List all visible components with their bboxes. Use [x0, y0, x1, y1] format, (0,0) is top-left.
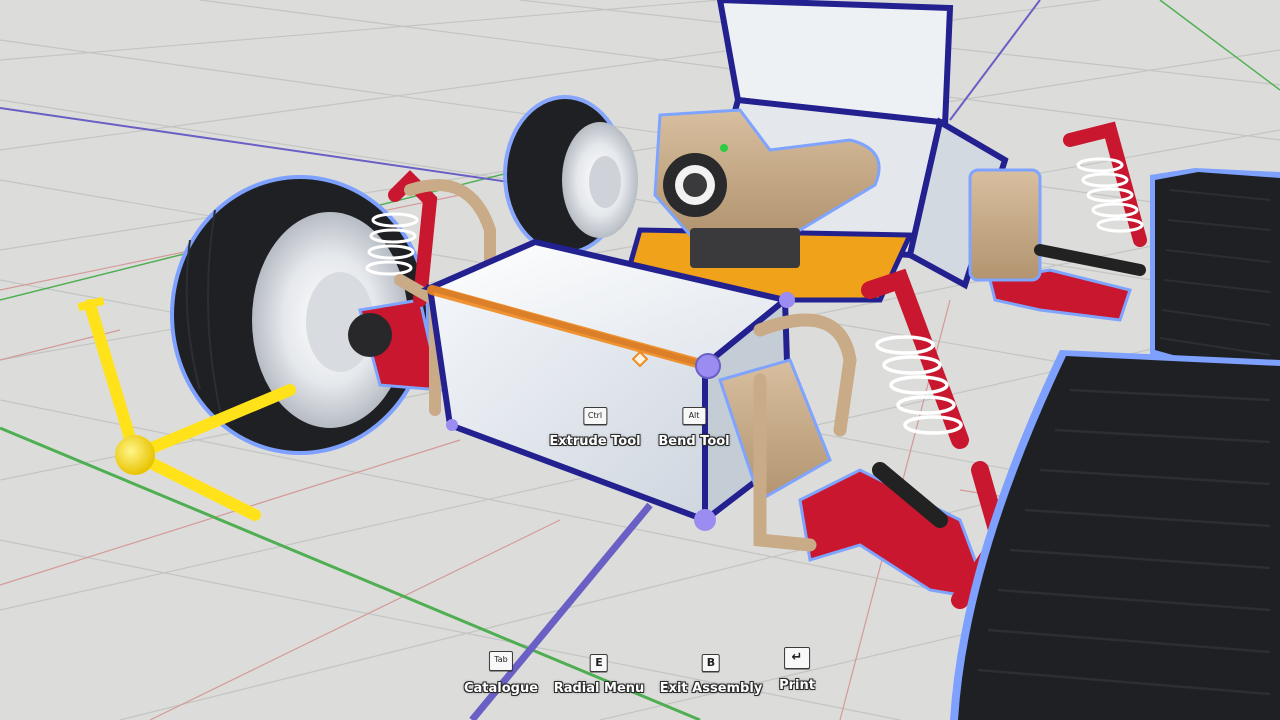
print-label: Print	[779, 678, 815, 693]
bend-tool-hint: Alt Bend Tool	[658, 407, 730, 449]
b-key-icon: B	[701, 654, 720, 672]
catalogue-label: Catalogue	[463, 681, 539, 696]
e-key-icon: E	[590, 654, 608, 672]
3d-viewport[interactable]: Ctrl Extrude Tool Alt Bend Tool Tab Cata…	[0, 0, 1280, 720]
alt-key-icon: Alt	[682, 407, 706, 425]
extrude-tool-hint: Ctrl Extrude Tool	[549, 407, 641, 449]
assembly-scene[interactable]	[0, 0, 1280, 720]
enter-key-icon: ↵	[784, 647, 810, 669]
radial-menu-hint[interactable]: E Radial Menu	[553, 654, 645, 696]
extrude-tool-label: Extrude Tool	[549, 434, 641, 449]
catalogue-hint[interactable]: Tab Catalogue	[464, 651, 538, 696]
radial-menu-label: Radial Menu	[553, 681, 645, 696]
print-hint[interactable]: ↵ Print	[779, 647, 815, 693]
ctrl-key-icon: Ctrl	[582, 407, 607, 425]
tab-key-icon: Tab	[488, 651, 513, 671]
exit-assembly-hint[interactable]: B Exit Assembly	[659, 654, 763, 696]
bend-tool-label: Bend Tool	[658, 434, 730, 449]
exit-assembly-label: Exit Assembly	[659, 681, 763, 696]
